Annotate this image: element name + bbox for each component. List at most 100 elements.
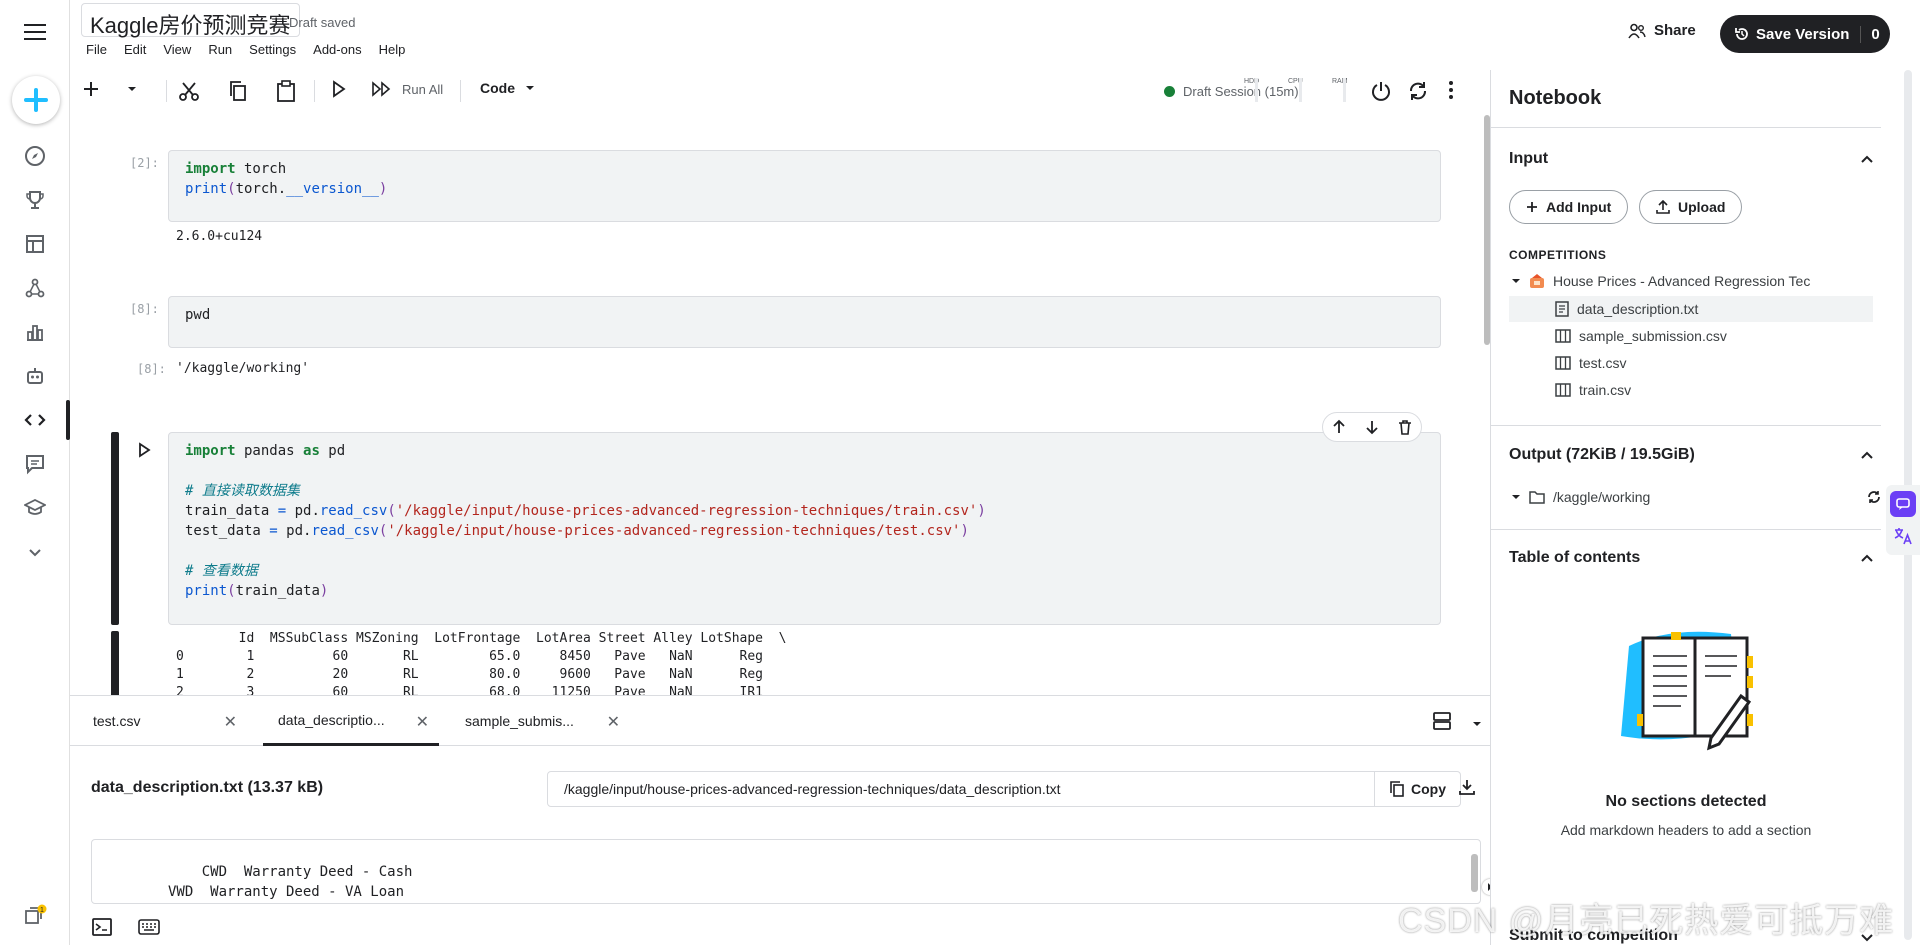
- cut-button[interactable]: [178, 80, 200, 102]
- file-item-data-description[interactable]: data_description.txt: [1509, 296, 1873, 322]
- run-cell-button[interactable]: [332, 80, 346, 98]
- tab-label: data_descriptio...: [278, 711, 385, 728]
- download-button[interactable]: [1458, 778, 1476, 801]
- run-cell-button[interactable]: [138, 442, 152, 463]
- layout-dropdown[interactable]: [1472, 716, 1482, 734]
- menu-view[interactable]: View: [163, 42, 191, 57]
- file-name: test.csv: [1579, 355, 1627, 371]
- file-item-sample-submission[interactable]: sample_submission.csv: [1509, 323, 1873, 349]
- file-content-scrollbar[interactable]: [1471, 854, 1478, 892]
- models-icon[interactable]: [21, 274, 49, 302]
- save-version-button[interactable]: Save Version 0: [1720, 15, 1890, 53]
- share-button[interactable]: Share: [1628, 22, 1696, 39]
- menu-edit[interactable]: Edit: [124, 42, 146, 57]
- download-icon: [1459, 780, 1475, 795]
- trash-icon[interactable]: [1397, 419, 1413, 435]
- file-path-field[interactable]: /kaggle/input/house-prices-advanced-regr…: [547, 771, 1461, 807]
- notifications-icon[interactable]: 1: [21, 902, 49, 930]
- run-all-button[interactable]: Run All: [372, 80, 443, 98]
- chat-extension-button[interactable]: [1890, 491, 1916, 517]
- caret-down-icon[interactable]: [1511, 492, 1521, 502]
- arrow-up-icon[interactable]: [1331, 419, 1347, 435]
- input-section-title[interactable]: Input: [1509, 150, 1548, 168]
- tab-sample-submission[interactable]: sample_submis... ✕: [457, 696, 620, 746]
- code-cell[interactable]: pwd: [168, 296, 1441, 348]
- menu-run[interactable]: Run: [208, 42, 232, 57]
- competition-name: House Prices - Advanced Regression Tec: [1553, 273, 1811, 289]
- add-cell-dropdown[interactable]: [126, 80, 138, 98]
- caret-down-icon: [128, 87, 136, 91]
- hdd-meter[interactable]: HDD: [1244, 78, 1259, 86]
- empty-notebook-illustration: [1621, 631, 1753, 751]
- refresh-icon[interactable]: [1866, 489, 1882, 505]
- file-item-train-csv[interactable]: train.csv: [1509, 377, 1873, 403]
- arrow-down-icon[interactable]: [1364, 419, 1380, 435]
- layout-toggle-button[interactable]: [1432, 711, 1452, 736]
- add-cell-button[interactable]: [82, 80, 100, 98]
- bar-chart-icon[interactable]: [21, 318, 49, 346]
- trophy-icon[interactable]: [21, 186, 49, 214]
- toolbar-separator: [314, 80, 315, 102]
- caret-down-icon[interactable]: [1511, 276, 1521, 286]
- tab-data-description[interactable]: data_descriptio... ✕: [263, 696, 439, 746]
- chevron-up-icon[interactable]: [1859, 447, 1875, 463]
- more-options-button[interactable]: [1448, 80, 1454, 100]
- cpu-meter[interactable]: CPU: [1288, 78, 1303, 86]
- discussion-icon[interactable]: [21, 450, 49, 478]
- add-input-label: Add Input: [1546, 199, 1612, 215]
- hamburger-menu-icon[interactable]: [21, 18, 49, 46]
- toc-section-title[interactable]: Table of contents: [1509, 549, 1640, 567]
- paste-button[interactable]: [276, 80, 296, 102]
- competition-logo-icon: [1530, 274, 1544, 288]
- output-section-title[interactable]: Output (72KiB / 19.5GiB): [1509, 446, 1695, 464]
- add-input-button[interactable]: Add Input: [1509, 190, 1629, 224]
- robot-icon[interactable]: [21, 362, 49, 390]
- competition-item[interactable]: House Prices - Advanced Regression Tec: [1511, 268, 1871, 294]
- code-token: # 直接读取数据集: [185, 483, 300, 499]
- terminal-icon: [92, 918, 112, 936]
- play-icon: [333, 80, 346, 98]
- menu-add-ons[interactable]: Add-ons: [313, 42, 361, 57]
- chevron-up-icon[interactable]: [1859, 550, 1875, 566]
- menu-file[interactable]: File: [86, 42, 107, 57]
- play-icon: [139, 442, 151, 458]
- close-icon[interactable]: ✕: [224, 712, 237, 732]
- table-icon[interactable]: [21, 230, 49, 258]
- extension-toolbar: [1886, 485, 1920, 555]
- code-token: import: [185, 443, 236, 459]
- close-icon[interactable]: ✕: [416, 712, 429, 732]
- chevron-down-icon[interactable]: [21, 538, 49, 566]
- tab-test-csv[interactable]: test.csv ✕: [70, 696, 245, 746]
- code-token: print: [185, 583, 228, 599]
- copy-path-button[interactable]: Copy: [1374, 772, 1460, 806]
- code-line: # 直接读取数据集: [185, 481, 1424, 501]
- chevron-up-icon[interactable]: [1859, 151, 1875, 167]
- keyboard-shortcuts-button[interactable]: [138, 919, 160, 940]
- divider: [1491, 529, 1881, 530]
- power-button[interactable]: [1370, 80, 1392, 102]
- copy-cell-button[interactable]: [228, 80, 248, 102]
- cell-type-select[interactable]: Code: [480, 80, 535, 96]
- menu-settings[interactable]: Settings: [249, 42, 296, 57]
- ram-meter[interactable]: RAM: [1332, 78, 1348, 86]
- output-folder-item[interactable]: /kaggle/working: [1511, 484, 1871, 510]
- code-token: test_data: [185, 523, 270, 539]
- close-icon[interactable]: ✕: [607, 712, 620, 732]
- menu-help[interactable]: Help: [379, 42, 406, 57]
- session-status[interactable]: Draft Session (15m): [1164, 84, 1299, 99]
- code-cell[interactable]: import pandas as pd # 直接读取数据集 train_data =…: [168, 432, 1441, 625]
- notebook-title[interactable]: Kaggle房价预测竞赛: [81, 3, 300, 38]
- translate-extension-button[interactable]: [1892, 525, 1914, 547]
- code-icon[interactable]: [21, 406, 49, 434]
- file-item-test-csv[interactable]: test.csv: [1509, 350, 1873, 376]
- compass-icon[interactable]: [21, 142, 49, 170]
- cell-output: 2.6.0+cu124: [176, 229, 263, 244]
- learn-icon[interactable]: [21, 494, 49, 522]
- console-button[interactable]: [92, 918, 112, 941]
- code-cell[interactable]: import torch print(torch.__version__): [168, 150, 1441, 222]
- restart-button[interactable]: [1407, 80, 1429, 102]
- create-new-button[interactable]: [12, 76, 60, 124]
- code-token: train_data: [235, 583, 320, 599]
- upload-button[interactable]: Upload: [1639, 190, 1743, 224]
